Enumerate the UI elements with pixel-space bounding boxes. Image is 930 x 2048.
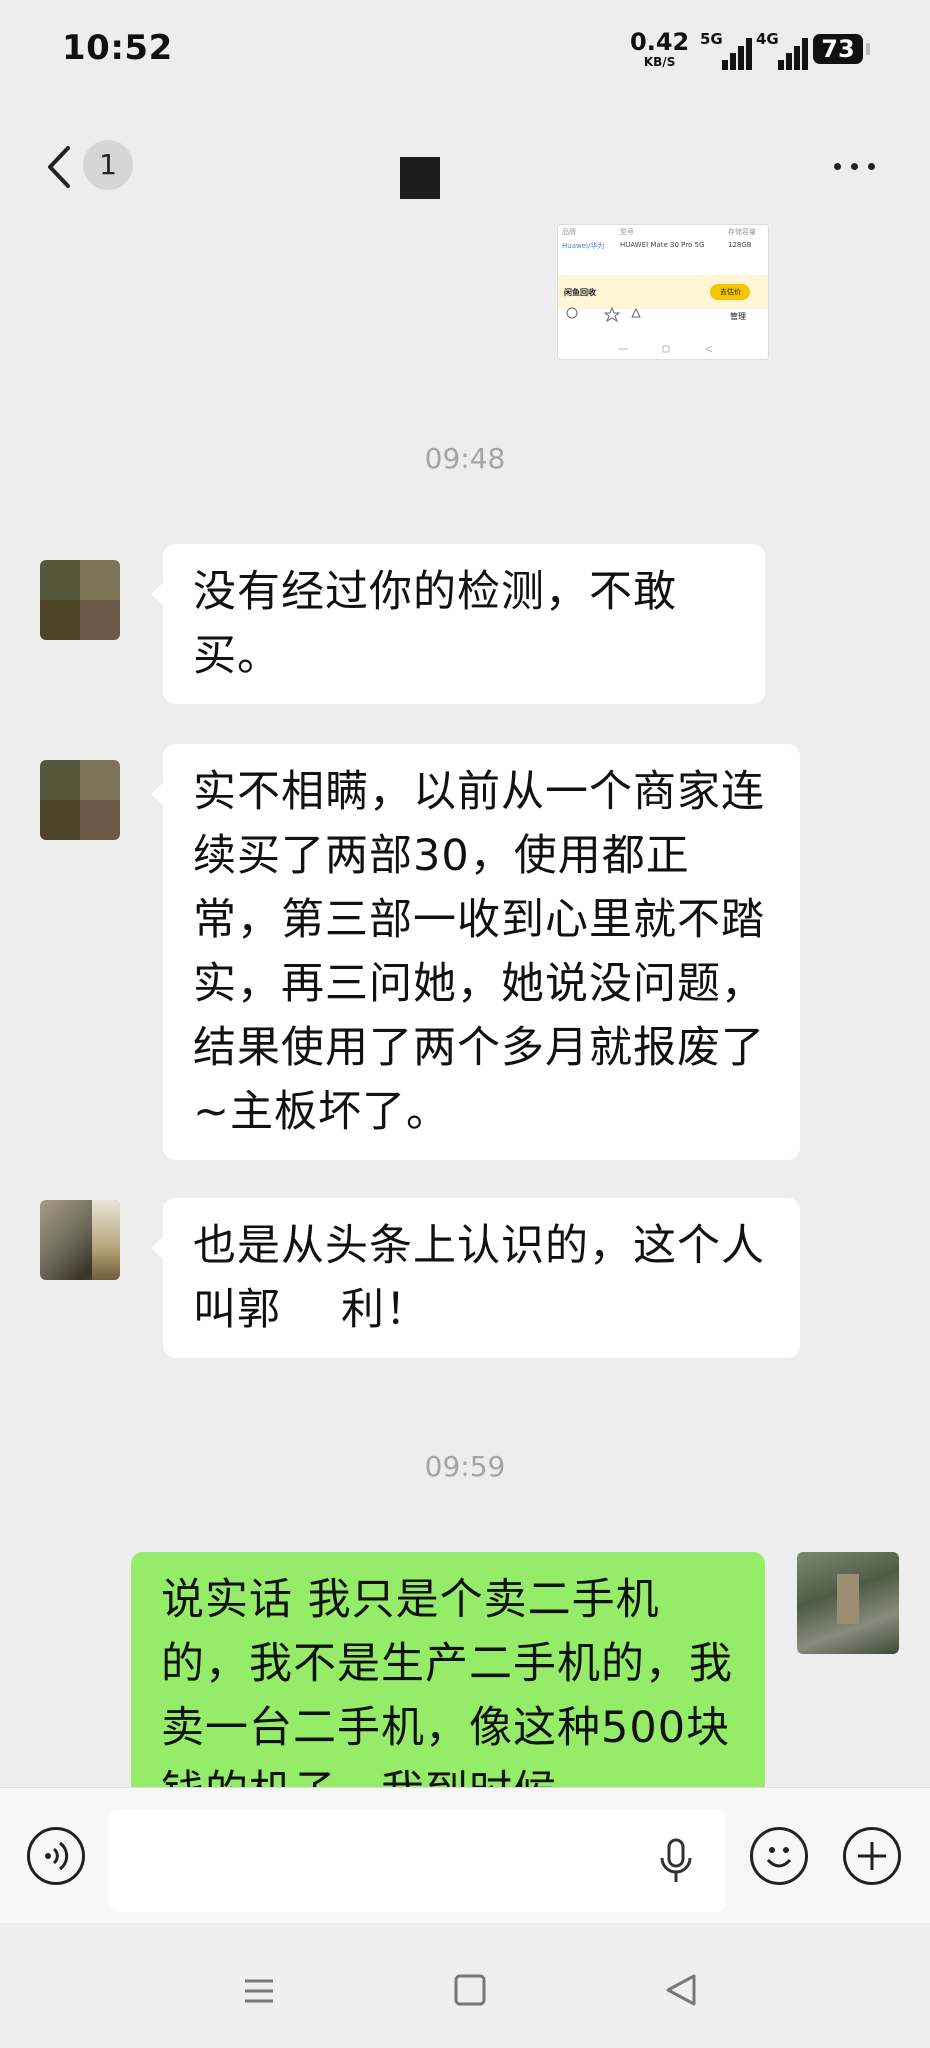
menu-icon[interactable] — [243, 1975, 275, 2007]
thumb-value-brand: Huawei/华为 — [562, 242, 605, 250]
my-avatar[interactable] — [797, 1552, 899, 1654]
network-speed-unit: KB/S — [643, 55, 676, 69]
chat-input-bar — [0, 1787, 930, 1924]
status-bar: 10:52 0.42 KB/S 5G 4G 73 — [0, 0, 930, 100]
message-text-part1: 也是从头条上认识的，这个人叫郭 — [193, 1221, 765, 1335]
emoji-button[interactable] — [750, 1827, 808, 1885]
thumb-promo-text: 闲鱼回收 — [564, 288, 596, 297]
more-functions-button[interactable] — [843, 1827, 901, 1885]
message-text: 没有经过你的检测，不敢买。 — [193, 567, 677, 681]
voice-icon — [45, 1841, 69, 1871]
thumb-label-brand: 品牌 — [562, 228, 576, 236]
home-icon[interactable] — [453, 1973, 487, 2007]
microphone-icon[interactable] — [656, 1838, 696, 1884]
battery-icon: 73 — [813, 34, 870, 64]
thumb-nav-icons — [618, 345, 713, 353]
chevron-left-icon — [48, 146, 70, 188]
emoji-icon — [766, 1847, 792, 1868]
thumb-value-model: HUAWEI Mate 30 Pro 5G — [620, 241, 705, 249]
contact-avatar[interactable] — [40, 1200, 120, 1280]
chat-title-redacted — [400, 157, 440, 199]
more-options-button[interactable] — [830, 150, 880, 180]
system-navigation-bar — [0, 1923, 930, 2048]
image-message-thumbnail[interactable]: 品牌 型号 存储容量 Huawei/华为 HUAWEI Mate 30 Pro … — [557, 224, 769, 360]
redacted-name-block — [281, 1292, 341, 1333]
unread-count-badge[interactable]: 1 — [83, 140, 133, 190]
incoming-message-bubble[interactable]: 实不相瞒，以前从一个商家连续买了两部30，使用都正常，第三部一收到心里就不踏实，… — [151, 744, 800, 1160]
more-dots-icon — [834, 163, 841, 170]
back-nav-icon[interactable] — [664, 1973, 698, 2007]
contact-avatar[interactable] — [40, 560, 120, 640]
message-input[interactable] — [108, 1810, 726, 1912]
network-speed: 0.42 KB/S — [630, 30, 689, 68]
timestamp-0959: 09:59 — [424, 1450, 506, 1483]
thumb-toolbar-icons — [566, 306, 641, 323]
network-speed-value: 0.42 — [630, 28, 690, 56]
status-time: 10:52 — [62, 28, 173, 68]
message-text-part2: 利！ — [341, 1285, 429, 1335]
voice-input-button[interactable] — [27, 1827, 85, 1885]
plus-icon — [858, 1842, 886, 1870]
contact-avatar[interactable] — [40, 760, 120, 840]
thumb-manage-label: 管理 — [730, 312, 746, 321]
incoming-message-bubble[interactable]: 没有经过你的检测，不敢买。 — [151, 544, 765, 704]
message-text: 实不相瞒，以前从一个商家连续买了两部30，使用都正常，第三部一收到心里就不踏实，… — [193, 767, 765, 1137]
thumb-value-storage: 128GB — [728, 241, 752, 249]
incoming-message-bubble[interactable]: 也是从头条上认识的，这个人叫郭 利！ — [151, 1198, 800, 1358]
thumb-label-model: 型号 — [620, 228, 634, 236]
back-button[interactable] — [40, 142, 80, 192]
thumb-promo-banner: 闲鱼回收 去估价 — [558, 275, 768, 309]
thumb-label-storage: 存储容量 — [728, 228, 756, 236]
thumb-promo-button: 去估价 — [710, 284, 750, 300]
message-text: 说实话 我只是个卖二手机的，我不是生产二手机的，我卖一台二手机，像这种500块钱… — [161, 1575, 733, 1817]
timestamp-0948: 09:48 — [424, 442, 506, 475]
